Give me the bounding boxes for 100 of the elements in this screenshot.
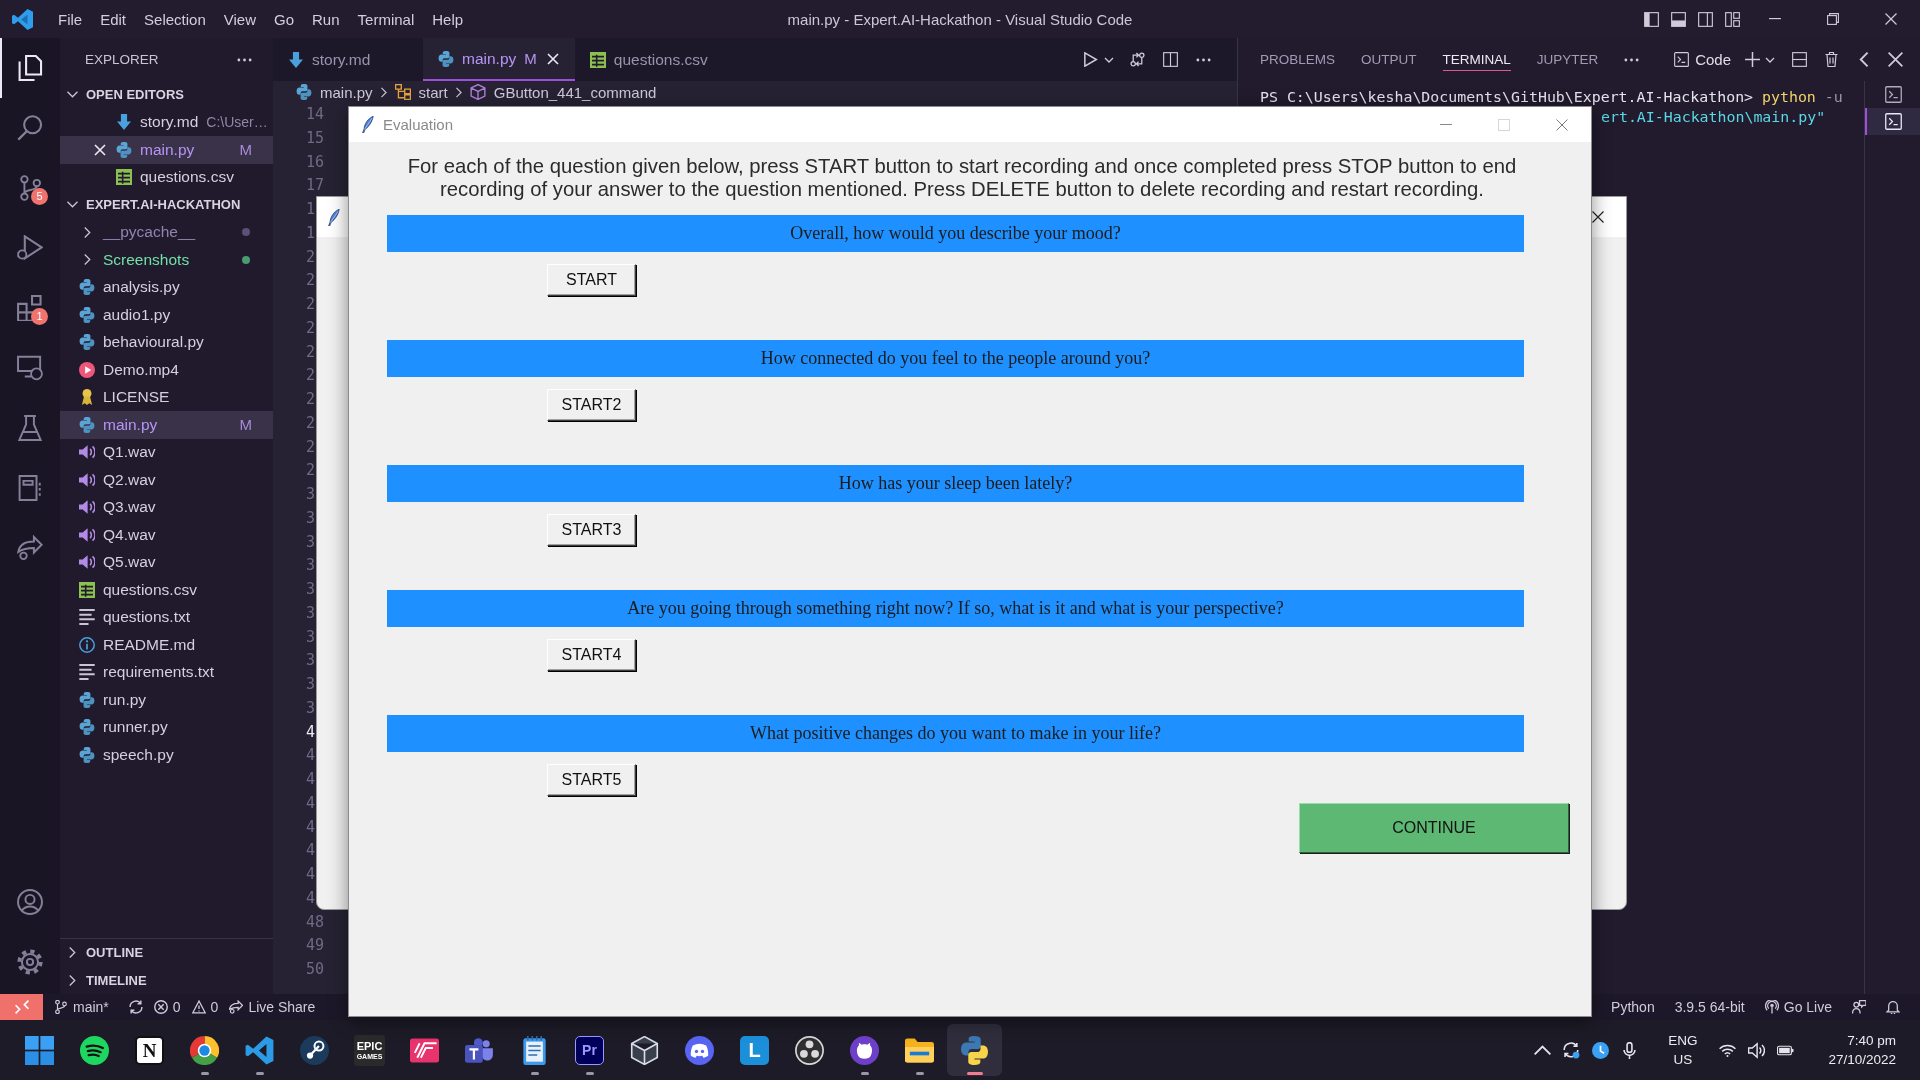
chevron-right-icon[interactable]: [67, 947, 78, 959]
tree-item[interactable]: analysis.py: [60, 273, 273, 301]
live-share-status-item[interactable]: Live Share: [229, 999, 316, 1015]
plus-icon[interactable]: [1745, 52, 1760, 67]
taskbar-button[interactable]: L: [727, 1024, 782, 1076]
panel-toggle-icon[interactable]: [1671, 11, 1686, 27]
start-button[interactable]: START3: [547, 514, 636, 546]
editor-tab[interactable]: story.md: [273, 38, 423, 81]
right-sidebar-toggle-icon[interactable]: [1698, 11, 1713, 27]
folder-item[interactable]: __pycache__: [60, 218, 273, 246]
bell-icon[interactable]: [1886, 1000, 1900, 1014]
terminal-icon[interactable]: [1885, 86, 1902, 103]
taskbar-button[interactable]: N: [122, 1024, 177, 1076]
section-header[interactable]: EXPERT.AI-HACKATHON: [60, 191, 273, 219]
chevron-down-icon[interactable]: [67, 199, 78, 211]
terminal-profile-button[interactable]: Code: [1674, 51, 1731, 68]
notebook-icon[interactable]: [17, 475, 43, 501]
tree-item[interactable]: behavioural.py: [60, 328, 273, 356]
tree-item[interactable]: questions.txt: [60, 603, 273, 631]
continue-button[interactable]: CONTINUE: [1299, 803, 1569, 853]
section-header[interactable]: OUTLINE: [60, 939, 273, 967]
clock-icon[interactable]: [1592, 1041, 1610, 1059]
go-live-status-item[interactable]: Go Live: [1764, 999, 1832, 1015]
minimize-icon[interactable]: [1769, 18, 1781, 20]
branch-status-item[interactable]: main*: [54, 999, 109, 1015]
sync-icon[interactable]: [1563, 1041, 1581, 1059]
panel-tab[interactable]: PROBLEMS: [1260, 48, 1336, 71]
panel-tab[interactable]: TERMINAL: [1442, 48, 1511, 71]
menu-item[interactable]: Go: [265, 10, 303, 28]
chevron-right-icon[interactable]: [67, 974, 78, 986]
restore-icon[interactable]: [1827, 13, 1839, 25]
start-button[interactable]: START4: [547, 639, 636, 671]
tree-item[interactable]: Q1.wav: [60, 438, 273, 466]
panel-tab[interactable]: OUTPUT: [1361, 48, 1417, 71]
close-icon[interactable]: [1592, 211, 1604, 223]
tree-item[interactable]: Q5.wav: [60, 548, 273, 576]
menu-item[interactable]: Run: [303, 10, 349, 28]
taskbar-button[interactable]: [947, 1024, 1002, 1076]
input-language-button[interactable]: ENG US: [1668, 1031, 1698, 1069]
taskbar-button[interactable]: Pr: [562, 1024, 617, 1076]
tree-item[interactable]: main.py M: [60, 411, 273, 439]
more-icon[interactable]: [1624, 57, 1640, 62]
files-icon[interactable]: [17, 55, 43, 81]
breadcrumb-item[interactable]: main.py: [296, 83, 373, 101]
chevron-left-icon[interactable]: [1856, 52, 1871, 67]
clock-button[interactable]: 7:40 pm 27/10/2022: [1828, 1031, 1896, 1069]
trash-icon[interactable]: [1824, 52, 1839, 67]
layout-options-icon[interactable]: [1725, 11, 1740, 27]
split-editor-icon[interactable]: [1163, 52, 1178, 67]
open-editor-item[interactable]: questions.csv: [60, 163, 273, 191]
run-icon[interactable]: [1083, 52, 1098, 67]
menu-item[interactable]: Help: [423, 10, 473, 28]
caret-icon[interactable]: [1104, 56, 1114, 63]
tree-item[interactable]: questions.csv: [60, 576, 273, 604]
app-logo-icon[interactable]: [12, 8, 33, 30]
menu-item[interactable]: Selection: [135, 10, 215, 28]
feedback-icon[interactable]: [1852, 1000, 1866, 1014]
section-header[interactable]: OPEN EDITORS: [60, 81, 273, 109]
start-button[interactable]: START: [547, 264, 636, 296]
sync-icon[interactable]: [128, 1000, 143, 1014]
more-icon[interactable]: [1196, 57, 1211, 62]
monitor-icon[interactable]: [17, 355, 43, 381]
menu-item[interactable]: Edit: [91, 10, 136, 28]
warnings-status-item[interactable]: 0: [191, 999, 219, 1015]
tree-item[interactable]: audio1.py: [60, 301, 273, 329]
settings-icon[interactable]: [17, 949, 43, 975]
start-button[interactable]: START2: [547, 389, 636, 421]
share-arrow-icon[interactable]: [17, 535, 43, 561]
split-terminal-icon[interactable]: [1792, 52, 1807, 67]
microphone-icon[interactable]: [1621, 1041, 1639, 1059]
sidebar-toggle-icon[interactable]: [1644, 11, 1659, 27]
menu-item[interactable]: Terminal: [348, 10, 424, 28]
tree-item[interactable]: runner.py: [60, 713, 273, 741]
tree-item[interactable]: README.md: [60, 631, 273, 659]
play-bug-icon[interactable]: [17, 235, 43, 261]
tree-item[interactable]: requirements.txt: [60, 658, 273, 686]
account-icon[interactable]: [17, 889, 43, 915]
tree-item[interactable]: run.py: [60, 686, 273, 714]
language-status-item[interactable]: Python: [1611, 999, 1655, 1015]
flask-icon[interactable]: [17, 415, 43, 441]
folder-item[interactable]: Screenshots: [60, 246, 273, 274]
panel-tab[interactable]: JUPYTER: [1536, 48, 1599, 71]
errors-status-item[interactable]: 0: [153, 999, 181, 1015]
menu-item[interactable]: View: [214, 10, 265, 28]
start-button[interactable]: START5: [547, 764, 636, 796]
tree-item[interactable]: Q2.wav: [60, 466, 273, 494]
section-header[interactable]: TIMELINE: [60, 966, 273, 994]
open-editor-item[interactable]: story.md C:\User…: [60, 108, 273, 136]
tree-item[interactable]: speech.py: [60, 741, 273, 769]
tree-item[interactable]: Q4.wav: [60, 521, 273, 549]
breadcrumb-item[interactable]: start: [394, 83, 448, 101]
breadcrumb-item[interactable]: GButton_441_command: [469, 83, 657, 101]
speaker-icon[interactable]: [1748, 1041, 1766, 1059]
editor-tab[interactable]: main.py M: [423, 38, 575, 81]
menu-item[interactable]: File: [49, 10, 92, 28]
caret-icon[interactable]: [1765, 56, 1775, 63]
open-editor-item[interactable]: main.py M: [60, 136, 273, 164]
tree-item[interactable]: LICENSE: [60, 383, 273, 411]
interpreter-status-item[interactable]: 3.9.5 64-bit: [1674, 999, 1745, 1015]
tree-item[interactable]: Demo.mp4: [60, 356, 273, 384]
